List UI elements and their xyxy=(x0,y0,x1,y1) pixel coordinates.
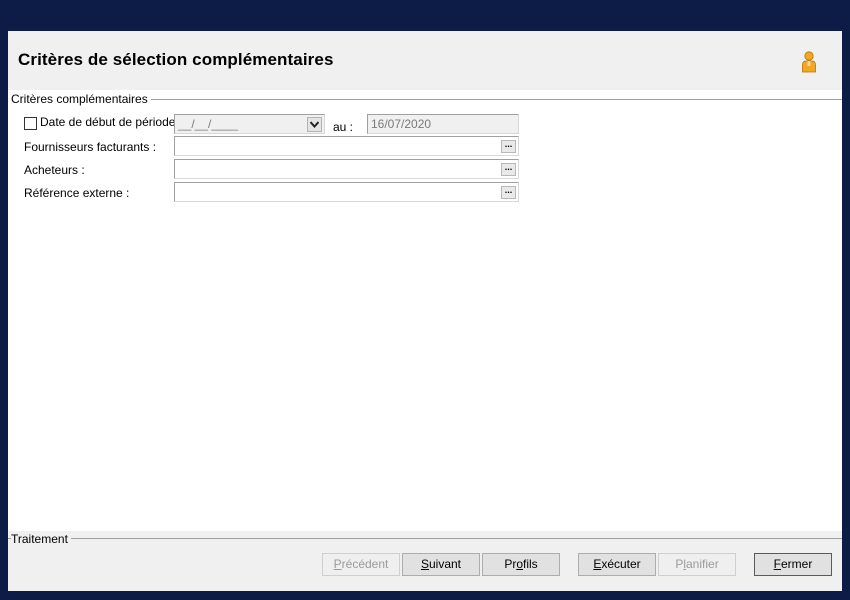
acheteurs-label: Acheteurs : xyxy=(24,163,85,177)
fournisseurs-input[interactable]: ... xyxy=(174,136,519,156)
fermer-button[interactable]: Fermer xyxy=(754,553,832,576)
executer-label-post: xécuter xyxy=(601,557,641,571)
precedent-label-key: P xyxy=(333,557,342,571)
group-title: Critères complémentaires xyxy=(8,92,151,106)
date-start-label[interactable]: Date de début de période xyxy=(40,115,175,129)
date-separator-label: au : xyxy=(333,120,354,134)
date-start-dropdown-button[interactable] xyxy=(307,117,322,132)
profils-label-pre: Pr xyxy=(504,557,517,571)
footer-title: Traitement xyxy=(11,532,71,546)
dialog-window: Critères de sélection complémentaires Cr… xyxy=(8,31,842,591)
acheteurs-input[interactable]: ... xyxy=(174,159,519,179)
acheteurs-browse-button[interactable]: ... xyxy=(501,163,516,176)
planifier-label-post: anifier xyxy=(686,557,719,571)
planifier-button[interactable]: Planifier xyxy=(658,553,736,576)
date-start-combo[interactable]: __/__/____ xyxy=(174,114,325,134)
reference-input[interactable]: ... xyxy=(174,182,519,202)
date-start-value: __/__/____ xyxy=(178,117,239,131)
fournisseurs-browse-button[interactable]: ... xyxy=(501,140,516,153)
executer-button[interactable]: Exécuter xyxy=(578,553,656,576)
footer-band: Traitement Précédent Suivant Profils Exé… xyxy=(8,531,842,591)
precedent-button[interactable]: Précédent xyxy=(322,553,400,576)
user-icon[interactable] xyxy=(800,51,818,73)
fournisseurs-label: Fournisseurs facturants : xyxy=(24,140,157,154)
reference-label: Référence externe : xyxy=(24,186,130,200)
fermer-label-post: ermer xyxy=(781,557,813,571)
date-start-checkbox[interactable] xyxy=(24,117,37,130)
date-end-input[interactable]: 16/07/2020 xyxy=(367,114,519,134)
suivant-button[interactable]: Suivant xyxy=(402,553,480,576)
reference-browse-button[interactable]: ... xyxy=(501,186,516,199)
chevron-down-icon xyxy=(310,121,319,128)
profils-label-key: o xyxy=(516,557,523,571)
precedent-label-post: récédent xyxy=(341,557,389,571)
footer-divider xyxy=(8,538,842,539)
header-band: Critères de sélection complémentaires xyxy=(8,31,842,90)
suivant-label-key: S xyxy=(420,557,429,571)
page-title: Critères de sélection complémentaires xyxy=(18,50,334,69)
profils-button[interactable]: Profils xyxy=(482,553,560,576)
fermer-label-key: F xyxy=(773,557,781,571)
suivant-label-post: uivant xyxy=(428,557,462,571)
profils-label-post: fils xyxy=(523,557,538,571)
